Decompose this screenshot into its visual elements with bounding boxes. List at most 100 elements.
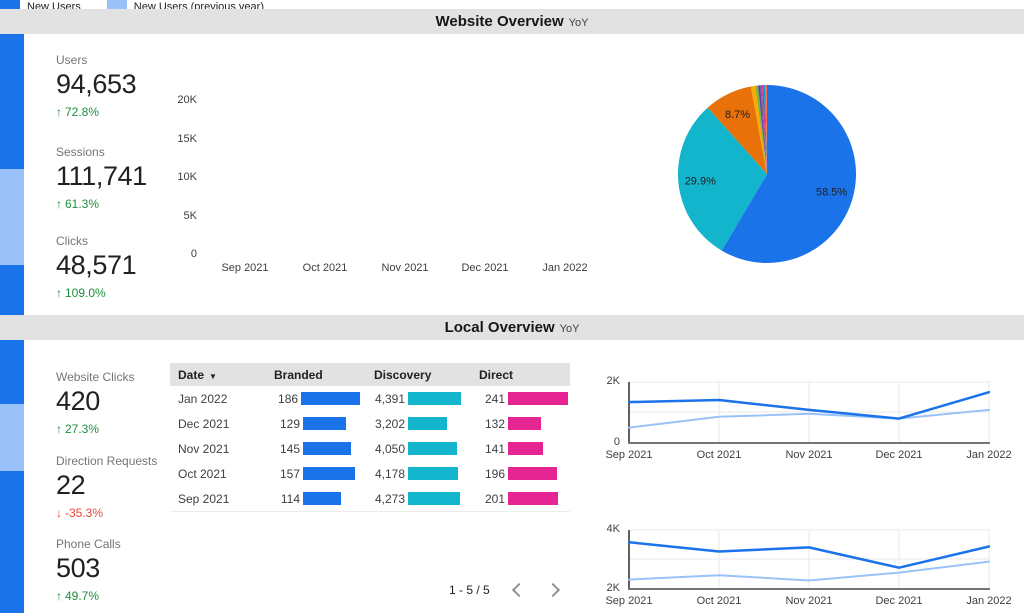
trend-up-icon: ↑: [56, 286, 62, 300]
cell-value: 241: [465, 392, 505, 406]
cell-discovery: 4,273: [360, 492, 465, 506]
cell-date: Oct 2021: [170, 467, 260, 481]
bar-new-users-nov-2021: [0, 471, 24, 613]
metric-value: 22: [56, 470, 157, 501]
discovery-bar: [408, 417, 447, 430]
cell-date: Jan 2022: [170, 392, 260, 406]
sort-descending-icon: ▼: [209, 372, 217, 381]
section-header-local-overview: Local Overview YoY: [0, 315, 1024, 340]
section-title: Website Overview: [436, 13, 564, 30]
scorecard-website-clicks: Website Clicks 420 ↑27.3%: [56, 370, 134, 436]
y-axis-tick: 10K: [153, 171, 197, 184]
cell-value: 141: [465, 442, 505, 456]
cell-branded: 114: [260, 492, 360, 506]
cell-direct: 132: [465, 417, 570, 431]
cell-branded: 186: [260, 392, 360, 406]
metric-value: 48,571: [56, 250, 136, 281]
cell-discovery: 3,202: [360, 417, 465, 431]
trend-up-icon: ↑: [56, 197, 62, 211]
cell-value: 4,050: [360, 442, 405, 456]
direct-bar: [508, 417, 541, 430]
cell-discovery: 4,050: [360, 442, 465, 456]
cell-branded: 157: [260, 467, 360, 481]
metric-delta: ↑72.8%: [56, 105, 136, 119]
metric-delta: ↑109.0%: [56, 286, 136, 300]
metric-value: 111,741: [56, 161, 147, 192]
direct-bar: [508, 492, 558, 505]
cell-discovery: 4,178: [360, 467, 465, 481]
previous-page-button[interactable]: [512, 583, 526, 597]
pie-slice-label: 29.9%: [685, 176, 716, 188]
x-axis-tick: Dec 2021: [445, 262, 525, 275]
branded-bar: [303, 467, 355, 480]
cell-value: 186: [260, 392, 298, 406]
y-axis-tick: 2K: [588, 375, 620, 388]
cell-discovery: 4,391: [360, 392, 465, 406]
metric-label: Direction Requests: [56, 454, 157, 468]
table-row: Dec 20211293,202132: [170, 411, 570, 437]
x-axis-tick: Jan 2022: [525, 262, 605, 275]
y-axis-tick: 4K: [588, 523, 620, 536]
branded-bar: [303, 492, 341, 505]
metric-label: Website Clicks: [56, 370, 134, 384]
cell-value: 132: [465, 417, 505, 431]
cell-direct: 196: [465, 467, 570, 481]
x-axis-tick: Sep 2021: [205, 262, 285, 275]
table-row: Jan 2022186 4,391 241: [170, 386, 570, 412]
pie-slice-label: 8.7%: [725, 109, 750, 121]
metric-value: 94,653: [56, 69, 136, 100]
trend-up-icon: ↑: [56, 589, 62, 603]
metric-label: Users: [56, 53, 136, 67]
section-suffix: YoY: [569, 17, 589, 29]
trend-down-icon: ↓: [56, 506, 62, 520]
x-axis-tick: Nov 2021: [769, 449, 849, 462]
scorecard-sessions: Sessions 111,741 ↑61.3%: [56, 145, 147, 211]
discovery-bar: [408, 467, 458, 480]
trend-up-icon: ↑: [56, 422, 62, 436]
x-axis-tick: Oct 2021: [679, 449, 759, 462]
cell-value: 196: [465, 467, 505, 481]
metric-delta: ↑61.3%: [56, 197, 147, 211]
y-axis-tick: 2K: [588, 582, 620, 595]
column-header-date[interactable]: Date▼: [170, 368, 260, 382]
bar-new-users-previous-year-oct-2021: [0, 404, 24, 471]
cell-value: 157: [260, 467, 300, 481]
section-header-website-overview: Website Overview YoY: [0, 9, 1024, 34]
y-axis-tick: 15K: [153, 133, 197, 146]
metric-delta: ↓-35.3%: [56, 506, 157, 520]
x-axis-tick: Sep 2021: [589, 595, 669, 608]
cell-value: 201: [465, 492, 505, 506]
column-header-branded: Branded: [260, 368, 360, 382]
scorecard-phone-calls: Phone Calls503↑49.7%: [56, 537, 121, 603]
x-axis-tick: Oct 2021: [679, 595, 759, 608]
branded-bar: [301, 392, 360, 405]
x-axis-tick: Nov 2021: [365, 262, 445, 275]
direct-bar: [508, 442, 543, 455]
search-views-line-chart: [628, 529, 990, 591]
metric-label: Phone Calls: [56, 537, 121, 551]
cell-value: 129: [260, 417, 300, 431]
cell-value: 4,273: [360, 492, 405, 506]
metric-label: Sessions: [56, 145, 147, 159]
metric-delta: ↑27.3%: [56, 422, 134, 436]
dashboard-canvas: Website Overview YoY Local Overview YoY …: [0, 0, 1024, 613]
cell-direct: 241: [465, 392, 570, 406]
x-axis-tick: Jan 2022: [949, 595, 1024, 608]
discovery-bar: [408, 492, 460, 505]
x-axis-tick: Jan 2022: [949, 449, 1024, 462]
cell-value: 4,391: [360, 392, 405, 406]
direct-bar: [508, 392, 568, 405]
y-axis-tick: 0: [153, 248, 197, 261]
y-axis-tick: 5K: [153, 210, 197, 223]
scorecard-direction-requests: Direction Requests 22 ↓-35.3%: [56, 454, 157, 520]
cell-branded: 145: [260, 442, 360, 456]
cell-date: Nov 2021: [170, 442, 260, 456]
bar-new-users-previous-year-sep-2021: [0, 169, 24, 265]
metric-delta: ↑49.7%: [56, 589, 121, 603]
x-axis-tick: Dec 2021: [859, 595, 939, 608]
trend-up-icon: ↑: [56, 105, 62, 119]
cell-date: Sep 2021: [170, 492, 260, 506]
next-page-button[interactable]: [546, 583, 560, 597]
metric-value: 420: [56, 386, 134, 417]
table-pagination: 1 - 5 / 5: [449, 583, 558, 597]
